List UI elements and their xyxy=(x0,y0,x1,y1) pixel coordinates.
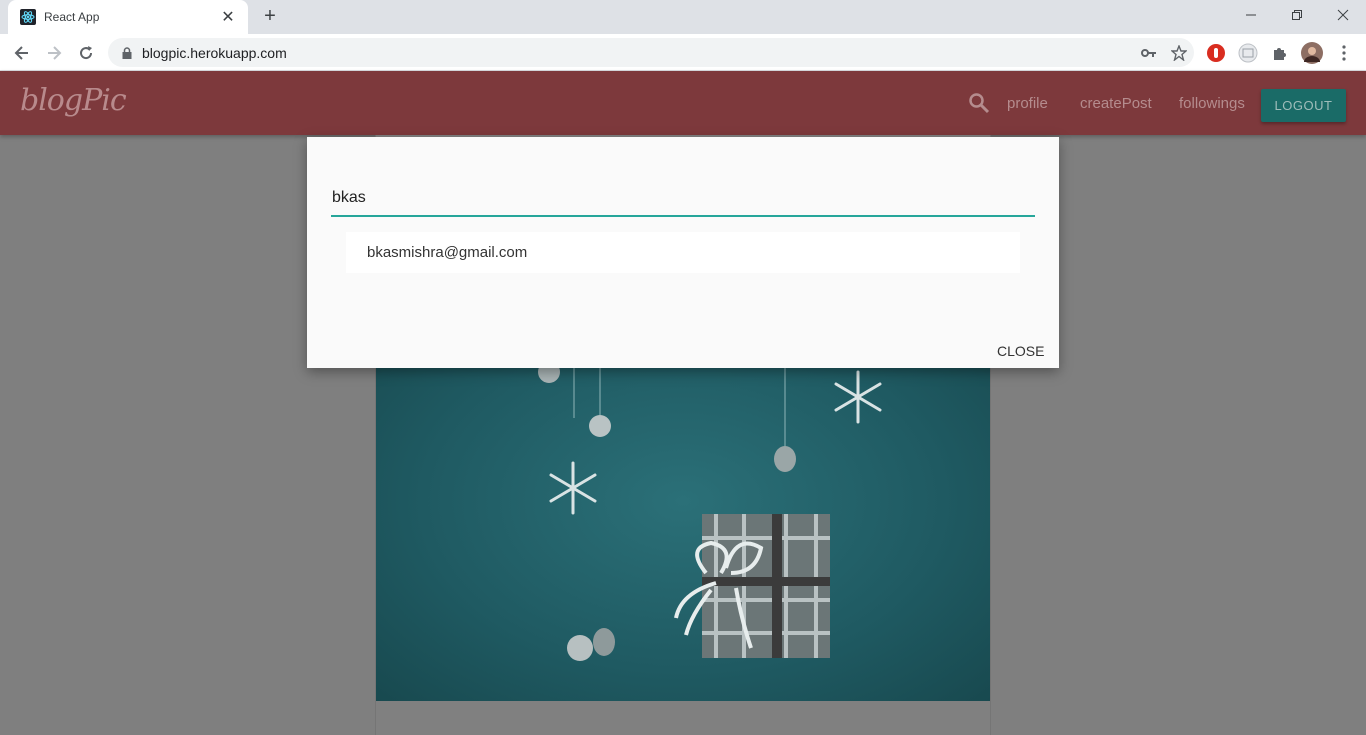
restore-icon[interactable] xyxy=(1274,0,1320,30)
browser-toolbar: blogpic.herokuapp.com xyxy=(0,34,1366,71)
app-navbar: blogPic profile createPost followings LO… xyxy=(0,71,1366,135)
browser-tab[interactable]: React App ✕ xyxy=(8,0,248,34)
lock-icon xyxy=(122,46,132,59)
address-bar[interactable]: blogpic.herokuapp.com xyxy=(108,38,1194,67)
react-icon xyxy=(20,9,36,25)
tab-close-icon[interactable]: ✕ xyxy=(220,7,236,27)
minimize-icon[interactable] xyxy=(1228,0,1274,30)
url-text: blogpic.herokuapp.com xyxy=(142,44,287,61)
adblock-extension-icon[interactable] xyxy=(1205,42,1227,64)
reload-icon[interactable] xyxy=(73,40,99,66)
new-tab-icon[interactable]: + xyxy=(260,6,280,26)
search-input[interactable] xyxy=(331,181,1035,217)
search-modal: bkasmishra@gmail.com CLOSE xyxy=(307,137,1059,368)
search-icon[interactable] xyxy=(968,92,990,114)
search-result-item[interactable]: bkasmishra@gmail.com xyxy=(346,232,1020,273)
nav-link-create-post[interactable]: createPost xyxy=(1080,95,1152,112)
extension-icon[interactable] xyxy=(1237,42,1259,64)
close-button[interactable]: CLOSE xyxy=(997,343,1044,359)
logout-button[interactable]: LOGOUT xyxy=(1261,89,1346,122)
bookmark-star-icon[interactable] xyxy=(1164,44,1194,61)
nav-link-followings[interactable]: followings xyxy=(1179,95,1245,112)
back-icon[interactable] xyxy=(9,40,35,66)
close-window-icon[interactable] xyxy=(1320,0,1366,30)
post-image xyxy=(376,368,990,701)
puzzle-extensions-icon[interactable] xyxy=(1269,42,1291,64)
brand-logo[interactable]: blogPic xyxy=(20,83,127,118)
tab-title: React App xyxy=(44,10,100,24)
menu-kebab-icon[interactable] xyxy=(1333,42,1355,64)
browser-tabstrip: React App ✕ + xyxy=(0,0,1366,34)
forward-icon[interactable] xyxy=(41,40,67,66)
nav-link-profile[interactable]: profile xyxy=(1007,95,1048,112)
key-icon[interactable] xyxy=(1134,48,1164,58)
profile-avatar[interactable] xyxy=(1301,42,1323,64)
